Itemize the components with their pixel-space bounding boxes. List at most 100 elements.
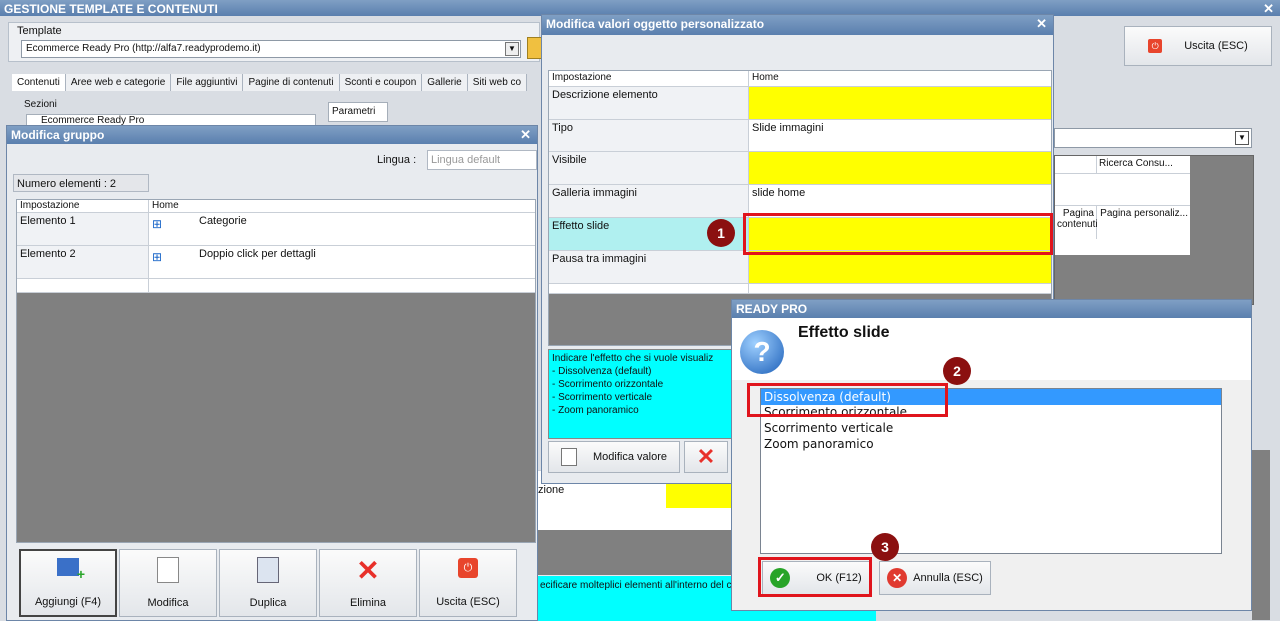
bg-select[interactable]: ▼ xyxy=(1054,128,1252,148)
sezioni-label: Sezioni xyxy=(24,99,57,110)
edit-button[interactable]: Modifica xyxy=(119,549,217,617)
main-title: GESTIONE TEMPLATE E CONTENUTI xyxy=(4,2,218,16)
delete-button[interactable]: ✕ Elimina xyxy=(319,549,417,617)
object-header-home: Home xyxy=(752,72,779,83)
bg-grid-header: Ricerca Consu... xyxy=(1099,158,1173,169)
help-text: Indicare l'effetto che si vuole visualiz… xyxy=(548,349,738,439)
object-row-value[interactable] xyxy=(749,152,1051,184)
element-count: Numero elementi : 2 xyxy=(13,174,149,192)
choice-header: ? Effetto slide xyxy=(732,318,1251,380)
group-grid: Impostazione Home Elemento 1 ⊞ Categorie… xyxy=(16,199,536,543)
table-row[interactable]: Elemento 2 ⊞ Doppio click per dettagli xyxy=(17,246,535,279)
edit-icon xyxy=(561,448,577,466)
object-row-setting: Descrizione elemento xyxy=(549,87,749,119)
power-icon: ⏻ xyxy=(1148,39,1163,53)
choice-dialog-title-bar: READY PRO xyxy=(732,300,1251,318)
add-label: Aggiungi (F4) xyxy=(34,596,102,608)
table-row[interactable]: Pausa tra immagini xyxy=(549,251,1051,284)
delete-label: Elimina xyxy=(349,597,387,609)
tab-pagine-contenuti[interactable]: Pagine di contenuti xyxy=(243,74,340,91)
lingua-input[interactable]: Lingua default xyxy=(427,150,537,170)
bg-scroll-area xyxy=(1252,450,1270,620)
group-dialog: Modifica gruppo ✕ Lingua : Lingua defaul… xyxy=(6,125,538,621)
callout-badge: 2 xyxy=(943,357,971,385)
edit-icon xyxy=(157,557,179,583)
list-item[interactable]: Zoom panoramico xyxy=(761,437,1221,453)
power-icon: ⏻ xyxy=(458,558,478,578)
group-toolbar: + Aggiungi (F4) Modifica Duplica ✕ Elimi… xyxy=(19,549,517,617)
object-row-value[interactable] xyxy=(749,87,1051,119)
delete-icon: ✕ xyxy=(356,555,380,586)
table-row[interactable]: Visibile xyxy=(549,152,1051,185)
duplicate-icon xyxy=(257,557,279,583)
group-row-value: Doppio click per dettagli xyxy=(199,248,316,260)
bg-grid-cell: Pagina personaliz... xyxy=(1100,208,1188,219)
group-dialog-title-bar: Modifica gruppo ✕ xyxy=(7,126,537,144)
list-item[interactable]: Scorrimento verticale xyxy=(761,421,1221,437)
group-row-setting: Elemento 2 xyxy=(17,246,149,278)
tab-parametri[interactable]: Parametri xyxy=(328,102,388,122)
object-row-setting: Visibile xyxy=(549,152,749,184)
edit-value-button[interactable]: Modifica valore xyxy=(548,441,680,473)
group-header-home: Home xyxy=(152,200,179,211)
tab-sconti-coupon[interactable]: Sconti e coupon xyxy=(340,74,423,91)
hierarchy-icon: ⊞ xyxy=(152,250,163,264)
add-icon: + xyxy=(57,558,85,582)
callout-badge: 3 xyxy=(871,533,899,561)
tab-siti-web[interactable]: Siti web co xyxy=(468,74,528,91)
object-row-setting: Tipo xyxy=(549,120,749,151)
template-group: Template Ecommerce Ready Pro (http://alf… xyxy=(8,22,543,62)
object-row-value[interactable]: Slide immagini xyxy=(749,120,1051,151)
delete-icon: ✕ xyxy=(696,444,716,469)
object-row-setting: Pausa tra immagini xyxy=(549,251,749,283)
cancel-icon: ✕ xyxy=(887,568,908,588)
bg-grid: Ricerca Consu... Pagina contenuti Pagina… xyxy=(1054,155,1254,305)
choice-heading: Effetto slide xyxy=(798,324,890,341)
group-exit-button[interactable]: ⏻ Uscita (ESC) xyxy=(419,549,517,617)
lingua-label: Lingua : xyxy=(377,154,417,166)
object-header-setting: Impostazione xyxy=(549,71,749,86)
edit-value-label: Modifica valore xyxy=(593,451,667,463)
group-row-setting: Elemento 1 xyxy=(17,213,149,245)
object-row-value[interactable] xyxy=(749,251,1051,283)
choice-dialog-title: READY PRO xyxy=(736,302,808,316)
table-row[interactable]: Elemento 1 ⊞ Categorie xyxy=(17,213,535,246)
template-select[interactable]: Ecommerce Ready Pro (http://alfa7.readyp… xyxy=(21,40,521,58)
close-icon[interactable]: ✕ xyxy=(520,127,531,143)
hierarchy-icon: ⊞ xyxy=(152,217,163,231)
callout-highlight xyxy=(758,557,872,597)
group-exit-label: Uscita (ESC) xyxy=(436,596,500,608)
chevron-down-icon[interactable]: ▼ xyxy=(1235,131,1249,145)
object-dialog-title: Modifica valori oggetto personalizzato xyxy=(546,17,765,31)
tab-file-aggiuntivi[interactable]: File aggiuntivi xyxy=(171,74,244,91)
delete-value-button[interactable]: ✕ xyxy=(684,441,728,473)
question-icon: ? xyxy=(740,330,784,374)
close-icon[interactable]: ✕ xyxy=(1263,1,1274,16)
group-dialog-title: Modifica gruppo xyxy=(11,128,105,142)
main-exit-label: Uscita (ESC) xyxy=(1184,40,1248,52)
bg-grid-cell: Pagina contenuti xyxy=(1055,206,1098,239)
tab-gallerie[interactable]: Gallerie xyxy=(422,74,468,91)
bg-bottom-label: zione xyxy=(538,484,565,496)
tab-aree-web[interactable]: Aree web e categorie xyxy=(66,74,172,91)
close-icon[interactable]: ✕ xyxy=(1036,16,1047,32)
object-row-setting: Galleria immagini xyxy=(549,185,749,217)
add-button[interactable]: + Aggiungi (F4) xyxy=(19,549,117,617)
table-row[interactable]: Descrizione elemento xyxy=(549,87,1051,120)
chevron-down-icon[interactable]: ▼ xyxy=(505,42,519,56)
cancel-button[interactable]: ✕ Annulla (ESC) xyxy=(879,561,991,595)
edit-label: Modifica xyxy=(147,597,189,609)
duplicate-button[interactable]: Duplica xyxy=(219,549,317,617)
main-exit-button[interactable]: ⏻ Uscita (ESC) xyxy=(1124,26,1272,66)
main-tabs: Contenuti Aree web e categorie File aggi… xyxy=(12,74,528,91)
group-header-setting: Impostazione xyxy=(17,200,149,212)
duplicate-label: Duplica xyxy=(249,597,287,609)
cancel-label: Annulla (ESC) xyxy=(913,572,983,584)
table-row[interactable]: Tipo Slide immagini xyxy=(549,120,1051,152)
object-dialog-title-bar: Modifica valori oggetto personalizzato ✕ xyxy=(542,15,1053,35)
template-label: Template xyxy=(17,25,62,37)
template-select-value: Ecommerce Ready Pro (http://alfa7.readyp… xyxy=(26,43,261,54)
callout-badge: 1 xyxy=(707,219,735,247)
tab-contenuti[interactable]: Contenuti xyxy=(12,74,66,91)
group-row-value: Categorie xyxy=(199,215,247,227)
